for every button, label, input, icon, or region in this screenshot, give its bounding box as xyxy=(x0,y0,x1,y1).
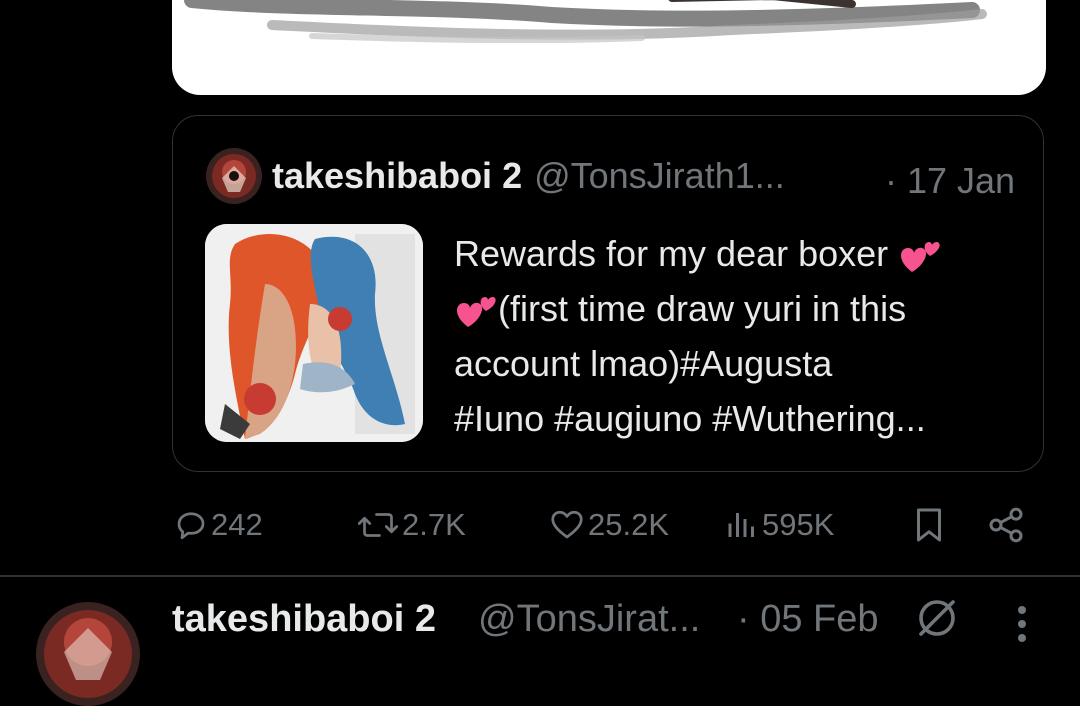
quote-date[interactable]: · 17 Jan xyxy=(885,160,1015,202)
quote-text-segment: (first time draw yuri in this xyxy=(498,288,907,329)
repost-button[interactable]: 2.7K xyxy=(356,500,466,550)
heart-icon xyxy=(551,510,583,539)
quote-header: takeshibaboi 2 @TonsJirath1... xyxy=(206,148,785,204)
quoted-tweet[interactable]: takeshibaboi 2 @TonsJirath1... · 17 Jan … xyxy=(172,115,1044,472)
grok-icon[interactable] xyxy=(913,594,961,647)
reply-button[interactable]: 242 xyxy=(173,500,263,550)
sketch-image xyxy=(184,0,987,44)
bookmark-button[interactable] xyxy=(911,500,947,550)
tweet-image[interactable] xyxy=(172,0,1046,95)
revolving-hearts-icon xyxy=(457,297,496,328)
share-icon xyxy=(989,507,1023,543)
bookmark-icon xyxy=(917,508,941,542)
quote-thumbnail[interactable] xyxy=(205,224,423,442)
reply-count: 242 xyxy=(211,507,263,542)
next-tweet[interactable]: takeshibaboi 2 @TonsJirat... · 05 Feb xyxy=(0,588,1080,706)
artwork-image xyxy=(205,224,423,442)
repost-count: 2.7K xyxy=(402,507,466,542)
next-tweet-handle[interactable]: @TonsJirat... xyxy=(478,598,700,641)
revolving-hearts-icon xyxy=(901,242,940,273)
quote-text-segment: Rewards for my dear boxer xyxy=(454,233,889,274)
tweet-actions: 242 2.7K 25.2K 595K xyxy=(0,500,1080,550)
reply-icon xyxy=(177,512,205,540)
quote-text-line-4: #Iuno #augiuno #Wuthering... xyxy=(454,398,926,439)
views-button[interactable]: 595K xyxy=(724,500,834,550)
quote-handle[interactable]: @TonsJirath1... xyxy=(534,155,785,197)
repost-icon xyxy=(357,513,399,537)
like-count: 25.2K xyxy=(588,507,670,542)
like-button[interactable]: 25.2K xyxy=(548,500,669,550)
next-tweet-avatar[interactable] xyxy=(36,602,140,706)
view-count: 595K xyxy=(762,507,835,542)
quote-display-name[interactable]: takeshibaboi 2 xyxy=(272,155,522,197)
next-tweet-date[interactable]: · 05 Feb xyxy=(737,598,879,641)
quote-avatar[interactable] xyxy=(206,148,262,204)
quote-text-line-3: account lmao)#Augusta xyxy=(454,343,833,384)
analytics-icon xyxy=(728,513,754,537)
share-button[interactable] xyxy=(986,500,1026,550)
tweet-divider xyxy=(0,575,1080,577)
quote-text-line-2: (first time draw yuri in this xyxy=(454,281,1034,336)
quote-text: Rewards for my dear boxer (first time dr… xyxy=(454,226,1034,446)
next-tweet-display-name[interactable]: takeshibaboi 2 xyxy=(172,598,436,641)
quote-text-line-1: Rewards for my dear boxer xyxy=(454,226,1034,281)
more-options-icon[interactable] xyxy=(1015,604,1029,649)
